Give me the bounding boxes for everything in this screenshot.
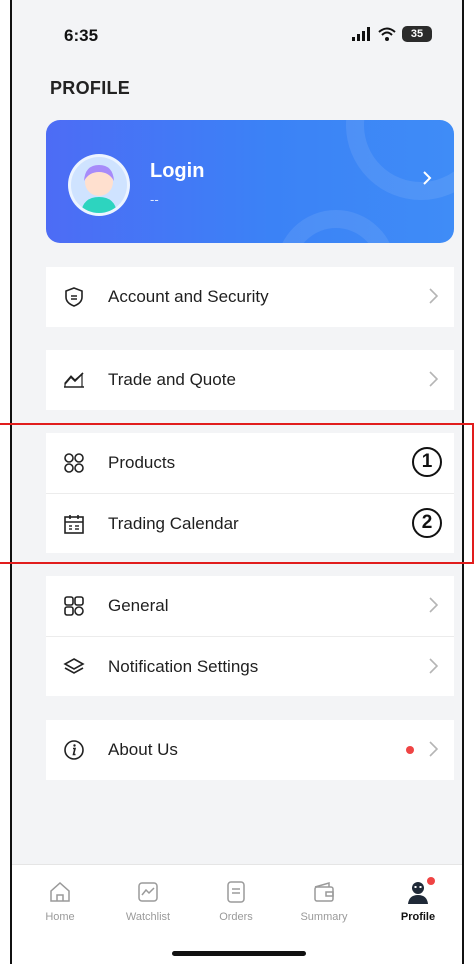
menu-item-notification-settings[interactable]: Notification Settings	[46, 636, 454, 696]
signal-icon	[352, 27, 370, 41]
battery-icon: 35	[402, 26, 432, 42]
status-bar: 6:35 35	[12, 0, 462, 64]
menu-item-general[interactable]: General	[46, 576, 454, 636]
login-title: Login	[150, 160, 205, 182]
status-icons: 35	[352, 26, 432, 42]
chevron-right-icon	[423, 171, 432, 185]
menu-item-label: About Us	[108, 740, 178, 759]
card-decoration	[276, 210, 396, 243]
profile-icon	[378, 877, 458, 905]
chevron-right-icon	[429, 288, 438, 304]
orders-icon	[196, 879, 276, 905]
highlight-box	[0, 423, 474, 564]
chevron-right-icon	[429, 741, 438, 757]
tab-orders[interactable]: Orders	[196, 879, 276, 923]
wifi-icon	[378, 27, 396, 41]
layers-icon	[62, 655, 86, 679]
menu-group-about: About Us	[46, 720, 454, 780]
chevron-right-icon	[429, 658, 438, 674]
wallet-icon	[284, 879, 364, 905]
menu-item-label: Account and Security	[108, 287, 269, 306]
card-decoration	[346, 120, 454, 200]
menu-item-label: Trade and Quote	[108, 370, 236, 389]
menu-group-general: General Notification Settings	[46, 576, 454, 696]
tab-label: Watchlist	[125, 911, 171, 923]
notification-dot	[427, 877, 435, 885]
menu-item-label: Notification Settings	[108, 656, 259, 676]
shield-icon	[62, 285, 86, 309]
login-card[interactable]: Login --	[46, 120, 454, 243]
menu-item-account-security[interactable]: Account and Security	[46, 267, 454, 327]
tab-home[interactable]: Home	[20, 879, 100, 923]
tab-label: Summary	[300, 911, 348, 923]
tab-label: Profile	[400, 911, 436, 923]
bottom-tab-bar: Home Watchlist Orders Summary Profile	[12, 864, 462, 964]
info-icon	[62, 738, 86, 762]
chevron-right-icon	[429, 371, 438, 387]
menu-group-account: Account and Security	[46, 267, 454, 327]
home-icon	[20, 879, 100, 905]
watchlist-icon	[108, 879, 188, 905]
menu-item-trade-quote[interactable]: Trade and Quote	[46, 350, 454, 410]
avatar	[68, 154, 130, 216]
page-title: PROFILE	[50, 78, 131, 98]
menu-group-trade: Trade and Quote	[46, 350, 454, 410]
tab-label: Home	[45, 911, 75, 923]
tab-watchlist[interactable]: Watchlist	[108, 879, 188, 923]
chevron-right-icon	[429, 597, 438, 613]
tab-label: Orders	[219, 911, 253, 923]
status-time: 6:35	[64, 26, 99, 45]
trend-chart-icon	[62, 368, 86, 392]
tab-summary[interactable]: Summary	[284, 879, 364, 923]
notification-dot	[406, 746, 414, 754]
tab-profile[interactable]: Profile	[378, 877, 458, 923]
home-indicator	[172, 951, 306, 956]
menu-item-about-us[interactable]: About Us	[46, 720, 454, 780]
menu-item-label: General	[108, 596, 169, 615]
grid-icon	[62, 594, 86, 618]
login-subtitle: --	[150, 192, 159, 207]
